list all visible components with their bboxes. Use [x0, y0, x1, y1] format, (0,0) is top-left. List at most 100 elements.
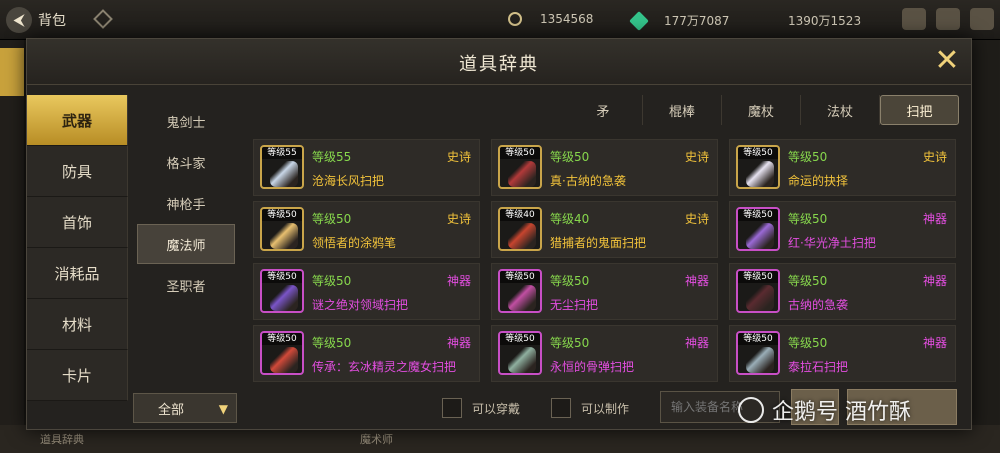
- item-level: 等级55: [312, 150, 352, 164]
- item-thumbnail: 等级40: [498, 207, 542, 251]
- background-left-panel: [0, 40, 24, 453]
- class-fighter[interactable]: 格斗家: [137, 142, 235, 182]
- item-level: 等级40: [550, 212, 590, 226]
- item-card[interactable]: 等级50 等级50 史诗 领悟者的涂鸦笔: [253, 201, 480, 258]
- dialog-header: 道具辞典 ✕: [27, 39, 971, 85]
- shop-icon[interactable]: [902, 8, 926, 30]
- class-gunner[interactable]: 神枪手: [137, 183, 235, 223]
- thumbnail-level: 等级50: [262, 333, 302, 345]
- item-card[interactable]: 等级50 等级50 神器谜之绝对领域扫把: [253, 263, 480, 320]
- item-card[interactable]: 等级50 等级50 神器 红·华光净土扫把: [729, 201, 956, 258]
- tab-rod[interactable]: 魔杖: [722, 95, 801, 125]
- item-card[interactable]: 等级50 等级50 史诗 真·古纳的急袭: [491, 139, 718, 196]
- item-name: 谜之绝对领域扫把: [312, 298, 409, 312]
- item-rarity: 神器: [684, 274, 709, 288]
- currency-coin: 1354568: [508, 12, 593, 26]
- item-rarity: 史诗: [684, 212, 709, 226]
- category-consumable[interactable]: 消耗品: [27, 248, 128, 299]
- thumbnail-level: 等级50: [500, 147, 540, 159]
- item-card[interactable]: 等级40 等级40 史诗猎捕者的鬼面扫把: [491, 201, 718, 258]
- broom-icon: [746, 161, 774, 187]
- back-button[interactable]: ⮜ 背包: [6, 6, 76, 34]
- game-topbar: ⮜ 背包 1354568 177万7087 1390万1523: [0, 0, 1000, 40]
- filter-value: 全部: [158, 402, 185, 418]
- mail-icon[interactable]: [936, 8, 960, 30]
- background-bottom-center-label: 魔术师: [360, 433, 393, 446]
- watermark-text: 企鹅号 酒竹酥: [772, 400, 911, 425]
- category-weapon[interactable]: 武器: [27, 95, 128, 146]
- thumbnail-level: 等级50: [262, 271, 302, 283]
- item-card[interactable]: 等级55 等级55 史诗 沧海长风扫把: [253, 139, 480, 196]
- broom-icon: [508, 223, 536, 249]
- watermark: 企鹅号 酒竹酥: [738, 394, 911, 426]
- item-level: 等级50: [312, 336, 352, 350]
- tab-spear[interactable]: 矛: [564, 95, 643, 125]
- item-name: 无尘扫把: [550, 298, 599, 312]
- category-card[interactable]: 卡片: [27, 350, 128, 401]
- thumbnail-level: 等级50: [500, 271, 540, 283]
- item-name: 命运的抉择: [788, 174, 849, 188]
- item-thumbnail: 等级50: [498, 145, 542, 189]
- class-priest[interactable]: 圣职者: [137, 265, 235, 305]
- item-thumbnail: 等级55: [260, 145, 304, 189]
- currency-value: 177万7087: [664, 14, 730, 28]
- gem-icon: [629, 10, 649, 31]
- checkbox-icon: [442, 398, 462, 418]
- thumbnail-level: 等级50: [738, 271, 778, 283]
- coin-icon: [508, 12, 522, 26]
- item-level: 等级50: [788, 336, 828, 350]
- background-right-panel: [972, 40, 1000, 453]
- back-label: 背包: [38, 13, 66, 29]
- item-level: 等级50: [312, 274, 352, 288]
- item-card[interactable]: 等级50 等级50 神器 泰拉石扫把: [729, 325, 956, 382]
- item-dictionary-dialog: 道具辞典 ✕ 武器 防具 首饰 消耗品 材料 卡片 鬼剑士 格斗家 神枪手 魔法…: [26, 38, 972, 430]
- wearable-label: 可以穿戴: [472, 401, 521, 416]
- item-rarity: 史诗: [922, 150, 947, 164]
- broom-icon: [746, 347, 774, 373]
- tab-club[interactable]: 棍棒: [643, 95, 722, 125]
- item-card[interactable]: 等级50 等级50 神器无尘扫把: [491, 263, 718, 320]
- item-name: 泰拉石扫把: [788, 360, 849, 374]
- currency-gold: 1390万1523: [788, 12, 861, 29]
- filter-dropdown[interactable]: 全部 ▼: [133, 393, 237, 423]
- thumbnail-level: 等级50: [738, 209, 778, 221]
- category-nav: 武器 防具 首饰 消耗品 材料 卡片: [27, 95, 128, 401]
- thumbnail-level: 等级50: [500, 333, 540, 345]
- thumbnail-level: 等级50: [738, 333, 778, 345]
- background-left-tab: [0, 48, 24, 96]
- item-card[interactable]: 等级50 等级50 神器 永恒的骨弹扫把: [491, 325, 718, 382]
- item-card[interactable]: 等级50 等级50 神器传承：玄冰精灵之魔女扫把: [253, 325, 480, 382]
- close-button[interactable]: ✕: [927, 43, 967, 81]
- menu-icon[interactable]: [970, 8, 994, 30]
- item-rarity: 神器: [446, 336, 471, 350]
- class-mage[interactable]: 魔法师: [137, 224, 235, 264]
- item-name: 传承：玄冰精灵之魔女扫把: [312, 360, 457, 374]
- item-thumbnail: 等级50: [498, 331, 542, 375]
- broom-icon: [746, 285, 774, 311]
- item-card[interactable]: 等级50 等级50 史诗 命运的抉择: [729, 139, 956, 196]
- item-thumbnail: 等级50: [260, 269, 304, 313]
- tab-staff[interactable]: 法杖: [801, 95, 880, 125]
- item-level: 等级50: [788, 150, 828, 164]
- category-accessory[interactable]: 首饰: [27, 197, 128, 248]
- category-armor[interactable]: 防具: [27, 146, 128, 197]
- broom-icon: [270, 223, 298, 249]
- item-thumbnail: 等级50: [736, 207, 780, 251]
- broom-icon: [270, 161, 298, 187]
- item-name: 古纳的急袭: [788, 298, 849, 312]
- broom-icon: [270, 285, 298, 311]
- tab-broom[interactable]: 扫把: [880, 95, 959, 125]
- item-rarity: 神器: [446, 274, 471, 288]
- item-card[interactable]: 等级50 等级50 神器 古纳的急袭: [729, 263, 956, 320]
- item-rarity: 史诗: [684, 150, 709, 164]
- wearable-checkbox[interactable]: 可以穿戴: [442, 398, 520, 418]
- item-thumbnail: 等级50: [498, 269, 542, 313]
- back-arrow-icon: ⮜: [6, 7, 32, 33]
- item-name: 红·华光净土扫把: [788, 236, 876, 250]
- item-name: 猎捕者的鬼面扫把: [550, 236, 647, 250]
- class-slayer[interactable]: 鬼剑士: [137, 101, 235, 141]
- item-level: 等级50: [550, 274, 590, 288]
- craftable-checkbox[interactable]: 可以制作: [551, 398, 629, 418]
- thumbnail-level: 等级40: [500, 209, 540, 221]
- category-material[interactable]: 材料: [27, 299, 128, 350]
